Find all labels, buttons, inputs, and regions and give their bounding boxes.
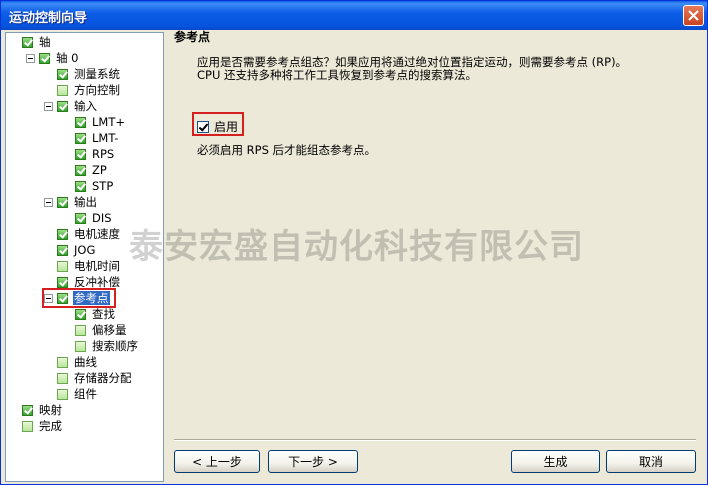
tree-item[interactable]: ZP	[75, 162, 108, 178]
tree-item[interactable]: 偏移量	[75, 322, 128, 338]
checked-icon	[75, 116, 86, 128]
checked-icon	[75, 212, 86, 224]
checked-icon	[57, 276, 68, 288]
tree-item[interactable]: 搜索顺序	[75, 338, 139, 354]
panel-title: 参考点	[174, 30, 211, 44]
tree-item-label: 测量系统	[74, 67, 120, 81]
collapse-icon[interactable]	[44, 101, 53, 111]
tree-item[interactable]: LMT-	[75, 130, 119, 146]
close-button[interactable]	[683, 5, 704, 26]
tree-item-label: 方向控制	[74, 83, 120, 97]
tree-item[interactable]: 映射	[22, 402, 63, 418]
tree-item-label: 输出	[74, 195, 97, 209]
checked-icon	[75, 132, 86, 144]
checked-icon	[75, 148, 86, 160]
tree-item-label: ZP	[92, 163, 107, 177]
tree-item-label: 映射	[39, 403, 62, 417]
enable-checkbox-label: 启用	[214, 120, 239, 134]
unchecked-icon	[57, 388, 68, 400]
tree-item-label: DIS	[92, 211, 112, 225]
checked-icon	[57, 68, 68, 80]
enable-note: 必须启用 RPS 后才能组态参考点。	[197, 143, 377, 157]
tree-item-label: 轴	[39, 35, 51, 49]
tree-item-label: 轴 0	[56, 51, 79, 65]
checked-icon	[75, 180, 86, 192]
tree-item-label: STP	[92, 179, 114, 193]
tree-item-label: LMT-	[92, 131, 119, 145]
tree-item[interactable]: 电机速度	[57, 226, 121, 242]
tree-item-label: 存储器分配	[74, 371, 132, 385]
tree-item[interactable]: 测量系统	[57, 66, 121, 82]
enable-checkbox[interactable]: 启用	[197, 118, 238, 135]
tree-item-label: 反冲补偿	[74, 275, 120, 289]
tree-item-label: 查找	[92, 307, 115, 321]
collapse-icon[interactable]	[44, 197, 53, 207]
unchecked-icon	[75, 340, 86, 352]
tree-item[interactable]: 存储器分配	[57, 370, 133, 386]
checked-icon	[39, 52, 50, 64]
button-separator	[174, 439, 696, 441]
unchecked-icon	[57, 260, 68, 272]
checked-icon	[75, 164, 86, 176]
close-icon	[688, 10, 699, 21]
tree-item[interactable]: DIS	[75, 210, 113, 226]
watermark: 泰安宏盛自动化科技有限公司	[129, 227, 584, 267]
tree-item-label: 电机时间	[74, 259, 120, 273]
checked-icon	[75, 308, 86, 320]
tree-item-label: 电机速度	[74, 227, 120, 241]
tree-item[interactable]: 电机时间	[57, 258, 121, 274]
generate-button[interactable]: 生成	[511, 450, 600, 473]
checked-icon	[22, 404, 33, 416]
tree-item[interactable]: JOG	[57, 242, 96, 258]
tree-item-label: 输入	[74, 99, 97, 113]
tree-item-label: 搜索顺序	[92, 339, 138, 353]
tree-item-label: 曲线	[74, 355, 97, 369]
tree-item[interactable]: 完成	[22, 418, 63, 434]
wizard-window: 运动控制向导 轴轴 0 测量系统方向控制输入 LMT+ LMT- RPS ZP STP 输出 D…	[0, 0, 708, 485]
collapse-icon[interactable]	[26, 53, 35, 63]
checked-icon	[57, 100, 68, 112]
prev-button[interactable]: < 上一步	[174, 450, 260, 473]
tree-item-label: JOG	[74, 243, 96, 257]
tree-item[interactable]: 曲线	[57, 354, 98, 370]
tree-item[interactable]: LMT+	[75, 114, 126, 130]
window-title: 运动控制向导	[9, 11, 88, 26]
tree-item-label: LMT+	[92, 115, 125, 129]
unchecked-icon	[57, 372, 68, 384]
tree-item[interactable]: 轴 0	[26, 50, 79, 66]
checked-icon	[22, 36, 33, 48]
checked-icon	[57, 228, 68, 240]
tree-item-label: 偏移量	[92, 323, 127, 337]
tree-item[interactable]: 方向控制	[57, 82, 121, 98]
tree-item[interactable]: 查找	[75, 306, 116, 322]
next-button[interactable]: 下一步 >	[268, 450, 358, 473]
tree-item[interactable]: 输入	[44, 98, 98, 114]
unchecked-icon	[57, 84, 68, 96]
panel-description-line2: CPU 还支持多种将工作工具恢复到参考点的搜索算法。	[197, 68, 478, 82]
checked-icon	[57, 244, 68, 256]
tree-item-label: RPS	[92, 147, 115, 161]
tree-item[interactable]: 组件	[57, 386, 98, 402]
unchecked-icon	[75, 324, 86, 336]
checked-icon	[57, 196, 68, 208]
selected-highlight-box	[42, 288, 116, 308]
tree-item[interactable]: RPS	[75, 146, 115, 162]
tree-item[interactable]: STP	[75, 178, 114, 194]
unchecked-icon	[57, 356, 68, 368]
tree-item[interactable]: 输出	[44, 194, 98, 210]
title-bar[interactable]: 运动控制向导	[1, 1, 707, 30]
tree-item-label: 完成	[39, 419, 62, 433]
tree-item[interactable]: 轴	[22, 34, 52, 50]
cancel-button[interactable]: 取消	[606, 450, 696, 473]
unchecked-icon	[22, 420, 33, 432]
enable-checkbox-check-icon[interactable]	[197, 120, 209, 133]
tree-item-label: 组件	[74, 387, 97, 401]
